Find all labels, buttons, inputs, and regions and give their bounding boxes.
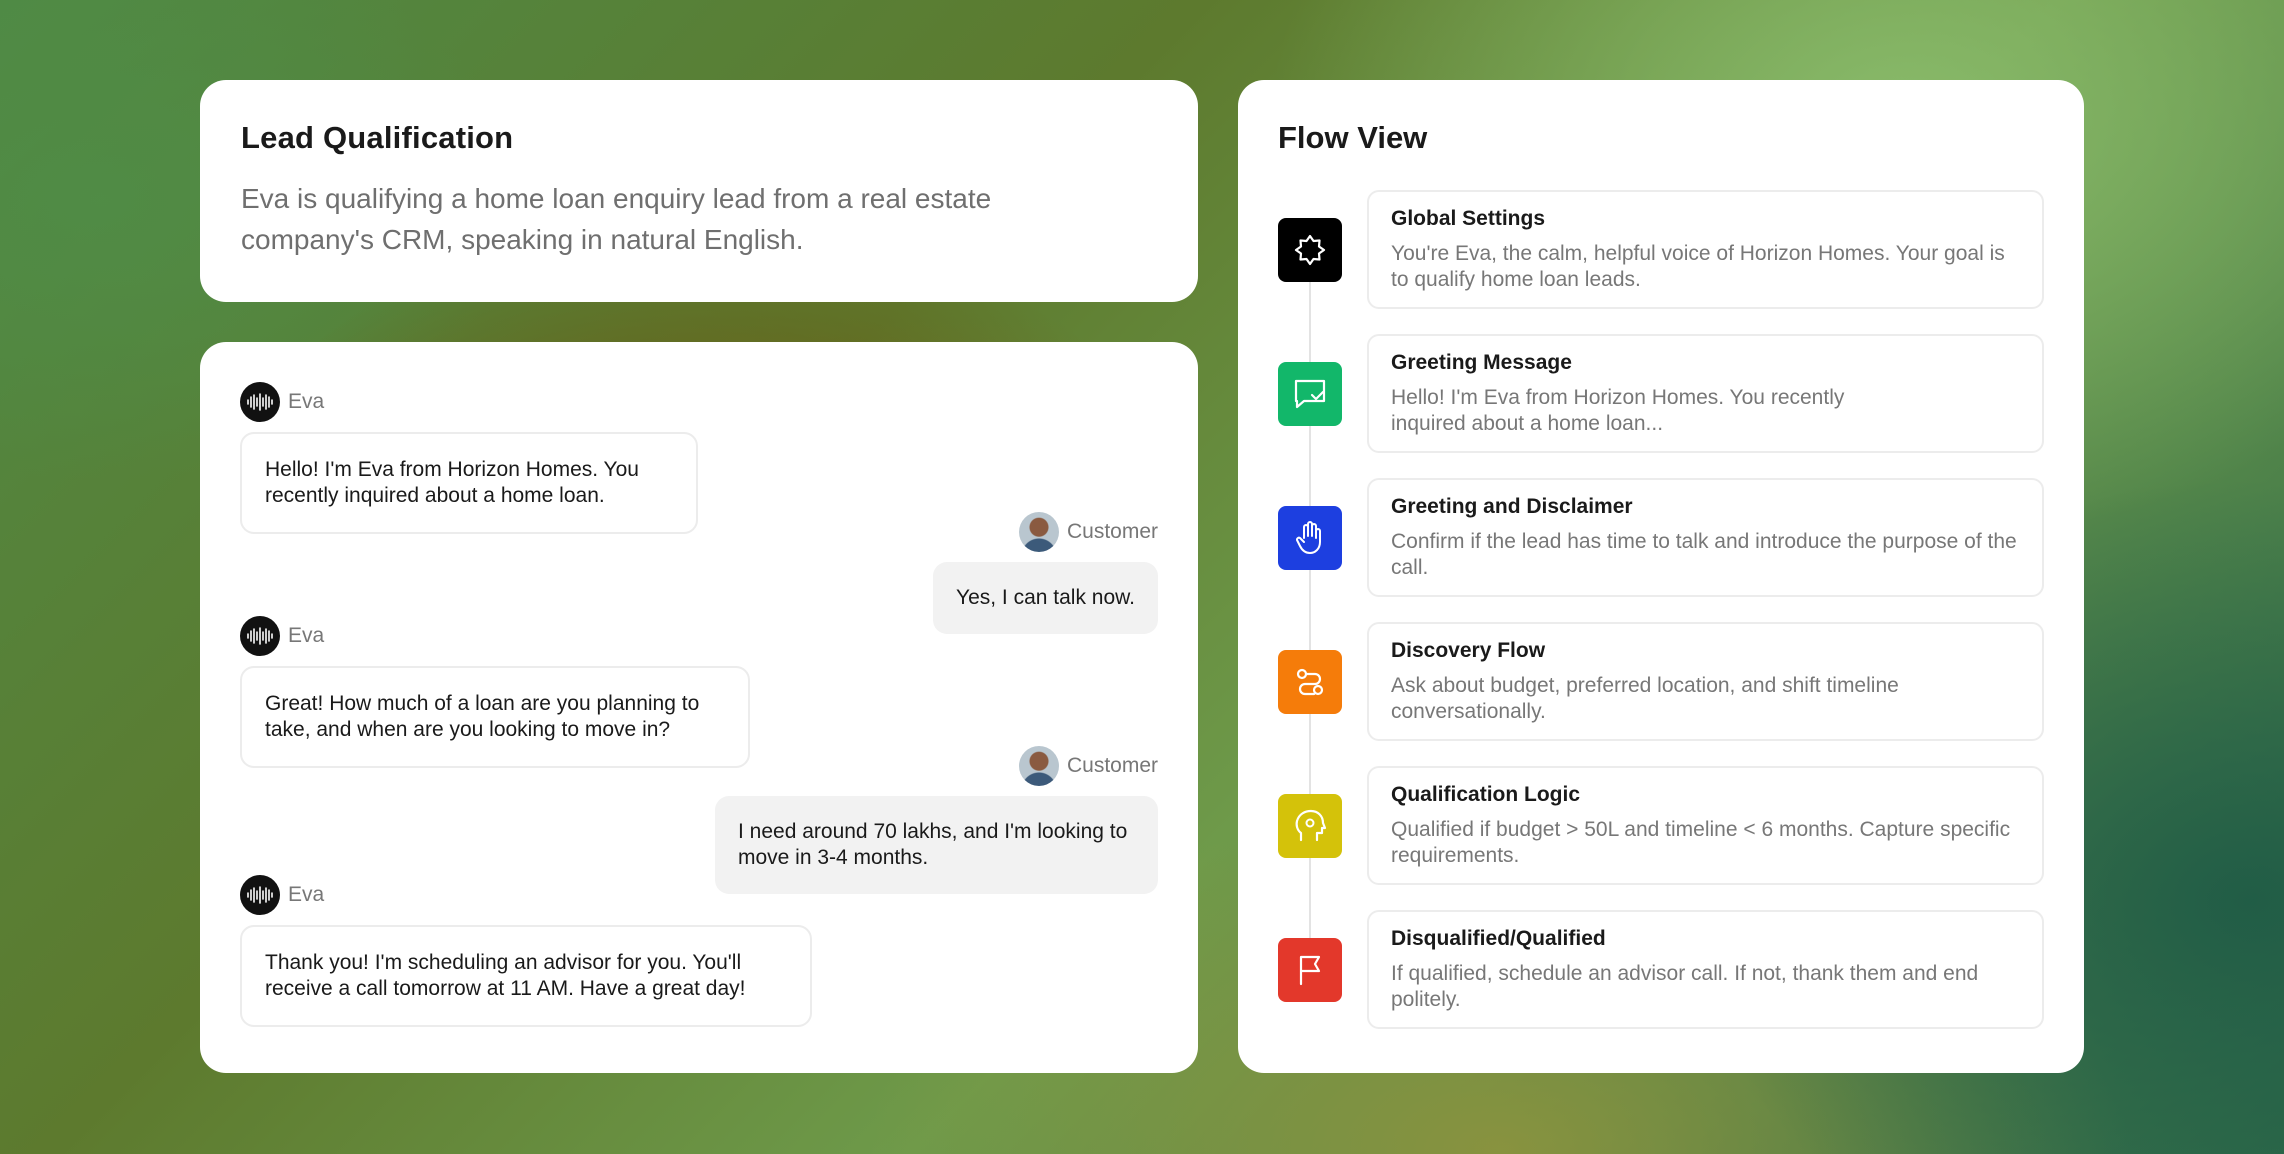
- lead-qualification-card: Lead Qualification Eva is qualifying a h…: [200, 80, 1198, 302]
- chat-transcript-card: Eva Hello! I'm Eva from Horizon Homes. Y…: [200, 342, 1198, 1073]
- speaker-customer: Customer: [1018, 512, 1158, 552]
- step-title: Discovery Flow: [1391, 639, 1546, 662]
- flow-title: Flow View: [1278, 120, 1428, 155]
- step-description: Qualified if budget > 50L and timeline <…: [1391, 818, 2011, 867]
- flow-step-greeting-disclaimer[interactable]: Greeting and Disclaimer Confirm if the l…: [1367, 478, 2044, 597]
- flow-step-global-settings[interactable]: Global Settings You're Eva, the calm, he…: [1367, 190, 2044, 309]
- flow-step-disqualified-qualified[interactable]: Disqualified/Qualified If qualified, sch…: [1367, 910, 2044, 1029]
- speaker-customer: Customer: [1018, 746, 1158, 786]
- route-icon: [1278, 650, 1342, 714]
- step-description: Hello! I'm Eva from Horizon Homes. You r…: [1391, 386, 1845, 435]
- head-gear-icon: [1278, 794, 1342, 858]
- speaker-eva: Eva: [240, 382, 324, 422]
- speaker-name: Eva: [288, 883, 325, 906]
- flow-step-greeting-message[interactable]: Greeting Message Hello! I'm Eva from Hor…: [1367, 334, 2044, 453]
- lead-description: Eva is qualifying a home loan enquiry le…: [241, 183, 992, 255]
- eva-waveform-icon: [240, 875, 280, 915]
- message-bubble-eva: Hello! I'm Eva from Horizon Homes. You r…: [240, 432, 698, 534]
- step-description: Confirm if the lead has time to talk and…: [1391, 530, 2017, 579]
- speaker-name: Customer: [1066, 754, 1158, 777]
- step-description: You're Eva, the calm, helpful voice of H…: [1391, 242, 2005, 291]
- eva-waveform-icon: [240, 616, 280, 656]
- step-title: Disqualified/Qualified: [1391, 927, 1606, 950]
- message-bubble-eva: Thank you! I'm scheduling an advisor for…: [240, 925, 812, 1027]
- step-title: Greeting Message: [1391, 351, 1572, 374]
- message-check-icon: [1278, 362, 1342, 426]
- speaker-name: Customer: [1066, 520, 1158, 543]
- step-title: Greeting and Disclaimer: [1391, 495, 1633, 518]
- hand-icon: [1278, 506, 1342, 570]
- speaker-eva: Eva: [240, 875, 324, 915]
- flow-step-discovery-flow[interactable]: Discovery Flow Ask about budget, preferr…: [1367, 622, 2044, 741]
- customer-avatar: [1018, 746, 1059, 786]
- lead-title: Lead Qualification: [241, 120, 514, 155]
- message-bubble-customer: Yes, I can talk now.: [932, 562, 1158, 634]
- timeline-connector: [1309, 250, 1311, 980]
- settings-gear-icon: [1278, 218, 1342, 282]
- speaker-name: Eva: [288, 624, 325, 647]
- step-description: If qualified, schedule an advisor call. …: [1391, 962, 1979, 1011]
- step-title: Qualification Logic: [1391, 783, 1581, 806]
- step-title: Global Settings: [1391, 207, 1546, 230]
- speaker-eva: Eva: [240, 616, 324, 656]
- eva-waveform-icon: [240, 382, 280, 422]
- speaker-name: Eva: [288, 390, 325, 413]
- flow-step-qualification-logic[interactable]: Qualification Logic Qualified if budget …: [1367, 766, 2044, 885]
- message-bubble-customer: I need around 70 lakhs, and I'm looking …: [715, 796, 1158, 894]
- customer-avatar: [1018, 512, 1059, 552]
- message-bubble-eva: Great! How much of a loan are you planni…: [240, 666, 750, 768]
- flow-view-card: Flow View Global Settings You're Eva, th…: [1238, 80, 2084, 1073]
- flag-icon: [1278, 938, 1342, 1002]
- step-description: Ask about budget, preferred location, an…: [1391, 674, 1899, 723]
